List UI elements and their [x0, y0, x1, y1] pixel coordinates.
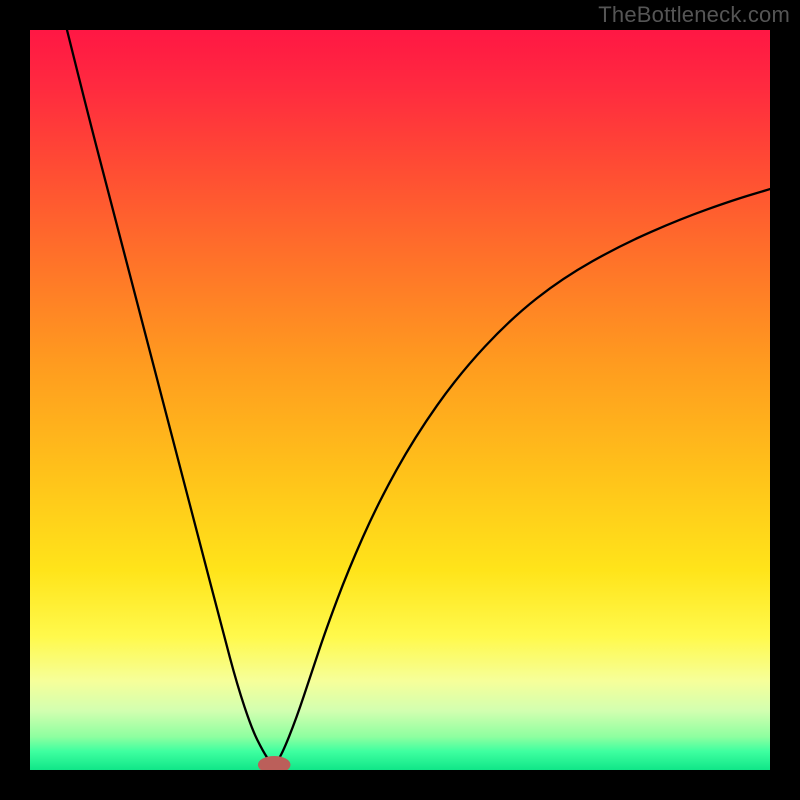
watermark-text: TheBottleneck.com	[598, 2, 790, 28]
gradient-background	[30, 30, 770, 770]
chart-frame: TheBottleneck.com	[0, 0, 800, 800]
plot-area	[30, 30, 770, 770]
chart-svg	[30, 30, 770, 770]
